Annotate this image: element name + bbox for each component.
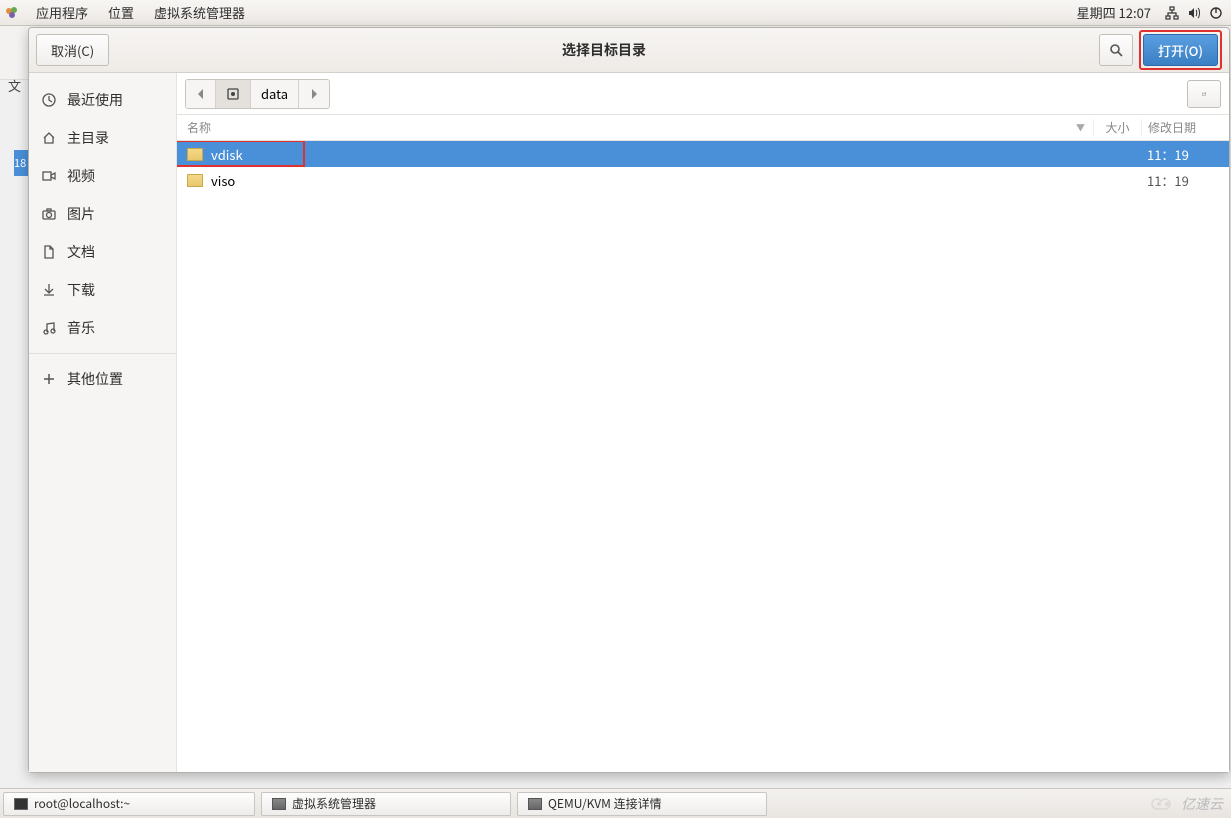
taskbar-label: QEMU/KVM 连接详情	[548, 795, 662, 812]
sidebar-item-other-places[interactable]: 其他位置	[29, 360, 176, 398]
new-folder-icon	[1202, 87, 1206, 101]
file-row-vdisk[interactable]: vdisk 11：19	[177, 141, 1229, 167]
column-date[interactable]: 修改日期	[1141, 119, 1229, 136]
places-sidebar: 最近使用 主目录 视频 图片 文档 下载	[29, 73, 177, 772]
sidebar-label: 文档	[67, 242, 95, 262]
vm-icon	[528, 798, 542, 810]
column-headers: 名称 ▼ 大小 修改日期	[177, 115, 1229, 141]
sidebar-item-pictures[interactable]: 图片	[29, 195, 176, 233]
sidebar-label: 视频	[67, 166, 95, 186]
disk-icon	[226, 87, 240, 101]
music-icon	[41, 321, 57, 335]
home-icon	[41, 131, 57, 145]
bottom-taskbar: root@localhost:~ 虚拟系统管理器 QEMU/KVM 连接详情	[0, 788, 1231, 818]
folder-icon	[187, 174, 203, 187]
watermark: 亿速云	[1149, 794, 1223, 814]
path-bar: data	[177, 73, 1229, 115]
open-button[interactable]: 打开(O)	[1143, 34, 1218, 66]
download-icon	[41, 283, 57, 297]
new-folder-button[interactable]	[1187, 80, 1221, 108]
file-name: vdisk	[211, 145, 243, 164]
taskbar-label: root@localhost:~	[34, 795, 130, 812]
sidebar-item-home[interactable]: 主目录	[29, 119, 176, 157]
path-root-button[interactable]	[216, 80, 251, 108]
taskbar-item-qemu[interactable]: QEMU/KVM 连接详情	[517, 792, 767, 816]
chevron-left-icon	[197, 89, 205, 99]
menu-places[interactable]: 位置	[98, 3, 144, 22]
camera-icon	[41, 208, 57, 220]
taskbar-label: 虚拟系统管理器	[292, 795, 376, 812]
sidebar-label: 图片	[67, 204, 95, 224]
taskbar-item-terminal[interactable]: root@localhost:~	[3, 792, 255, 816]
sidebar-label: 下载	[67, 280, 95, 300]
dialog-titlebar: 取消(C) 选择目标目录 打开(O)	[29, 28, 1229, 73]
sort-indicator-icon: ▼	[1076, 121, 1085, 134]
search-icon	[1109, 43, 1123, 57]
open-button-highlight: 打开(O)	[1139, 30, 1222, 70]
file-name: viso	[211, 171, 235, 190]
dialog-title: 选择目标目录	[109, 40, 1099, 60]
sidebar-label: 音乐	[67, 318, 95, 338]
vm-icon	[272, 798, 286, 810]
search-button[interactable]	[1099, 34, 1133, 66]
network-icon[interactable]	[1161, 6, 1183, 20]
chevron-right-icon	[310, 89, 318, 99]
file-list[interactable]: vdisk 11：19 viso 11：19	[177, 141, 1229, 772]
sidebar-item-downloads[interactable]: 下载	[29, 271, 176, 309]
sidebar-separator	[29, 353, 176, 354]
file-date: 11：19	[1141, 145, 1229, 164]
sidebar-label: 主目录	[67, 128, 109, 148]
path-segment-data[interactable]: data	[251, 80, 299, 108]
cancel-button[interactable]: 取消(C)	[36, 34, 109, 66]
top-panel: 应用程序 位置 虚拟系统管理器 星期四 12:07	[0, 0, 1231, 26]
menu-vmm[interactable]: 虚拟系统管理器	[144, 3, 255, 22]
sidebar-label: 最近使用	[67, 90, 123, 110]
file-date: 11：19	[1141, 171, 1229, 190]
column-size[interactable]: 大小	[1093, 119, 1141, 136]
path-back-button[interactable]	[186, 80, 216, 108]
file-chooser-dialog: 取消(C) 选择目标目录 打开(O) 最近使用 主目录 视频 图片	[28, 27, 1230, 773]
sidebar-item-videos[interactable]: 视频	[29, 157, 176, 195]
document-icon	[41, 245, 57, 259]
sidebar-label: 其他位置	[67, 369, 123, 389]
clock[interactable]: 星期四 12:07	[1067, 3, 1161, 22]
terminal-icon	[14, 798, 28, 810]
sidebar-item-recent[interactable]: 最近使用	[29, 81, 176, 119]
power-icon[interactable]	[1205, 6, 1227, 20]
activities-icon[interactable]	[4, 5, 20, 21]
clock-icon	[41, 93, 57, 107]
sidebar-item-music[interactable]: 音乐	[29, 309, 176, 347]
taskbar-item-vmm[interactable]: 虚拟系统管理器	[261, 792, 511, 816]
folder-icon	[187, 148, 203, 161]
file-list-panel: data 名称 ▼ 大小 修改日期 vdisk	[177, 73, 1229, 772]
volume-icon[interactable]	[1183, 6, 1205, 20]
sidebar-item-documents[interactable]: 文档	[29, 233, 176, 271]
file-row-viso[interactable]: viso 11：19	[177, 167, 1229, 193]
menu-applications[interactable]: 应用程序	[26, 3, 98, 22]
plus-icon	[41, 373, 57, 385]
path-forward-button[interactable]	[299, 80, 329, 108]
video-icon	[41, 170, 57, 182]
column-name[interactable]: 名称 ▼	[187, 119, 1093, 136]
bg-text: 文	[8, 76, 21, 95]
